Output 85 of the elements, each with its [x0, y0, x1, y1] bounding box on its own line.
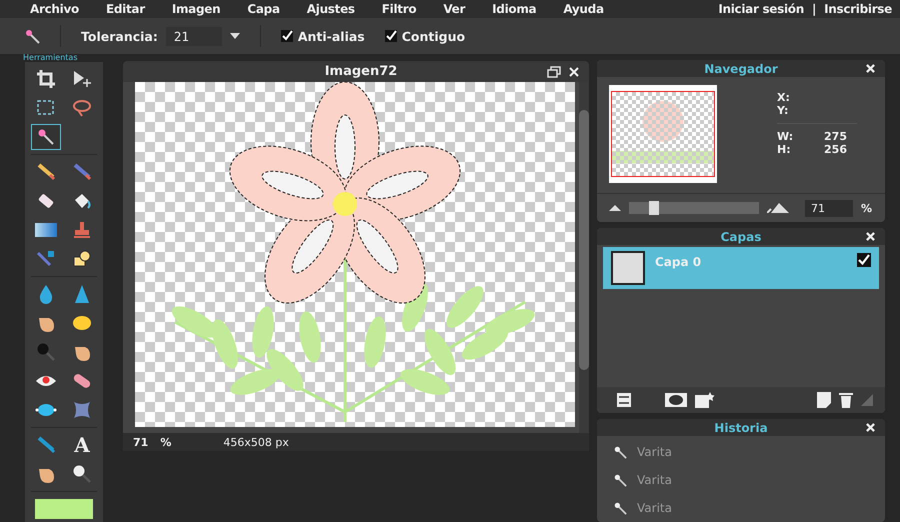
zoom-field[interactable]: 71 — [805, 200, 853, 216]
eye-icon — [35, 374, 57, 388]
brush-icon — [72, 162, 92, 182]
shapes-icon — [72, 249, 92, 269]
magic-wand-icon — [613, 501, 627, 515]
pinch-icon — [72, 400, 92, 420]
image-size: 456x508 px — [223, 436, 289, 448]
y-label: Y: — [777, 104, 790, 117]
toolbox-title: Herramientas — [23, 54, 78, 60]
pencil-icon — [36, 162, 56, 182]
mask-icon[interactable] — [665, 393, 687, 407]
history-label: Varita — [637, 473, 672, 487]
panel-title: Navegador — [704, 62, 778, 76]
tolerance-label: Tolerancia: — [81, 28, 158, 44]
menu-item[interactable]: Ver — [443, 2, 466, 16]
width-value: 275 — [824, 130, 847, 143]
trash-icon[interactable] — [839, 392, 853, 408]
menu-item[interactable]: Archivo — [30, 2, 79, 16]
stamp-icon — [72, 220, 92, 240]
separator-text: | — [812, 2, 816, 16]
width-label: W: — [777, 130, 794, 143]
paint-bucket-icon — [72, 191, 92, 211]
adjustments-icon[interactable] — [617, 393, 631, 407]
contiguous-label: Contiguo — [402, 28, 466, 44]
drop-icon — [38, 284, 54, 304]
dashed-rectangle-icon — [36, 98, 56, 118]
crop-icon — [36, 69, 56, 89]
close-icon[interactable] — [866, 232, 875, 241]
zoom-slider[interactable] — [629, 202, 759, 214]
wand-tool-button[interactable] — [31, 124, 61, 150]
menu-item[interactable]: Ayuda — [563, 2, 604, 16]
new-layer-icon[interactable] — [817, 392, 831, 408]
height-label: H: — [777, 143, 791, 156]
menu-item[interactable]: Filtro — [382, 2, 416, 16]
layer-effect-icon[interactable] — [695, 392, 715, 408]
menu-item[interactable]: Capa — [247, 2, 280, 16]
close-icon[interactable] — [866, 64, 875, 73]
restore-icon[interactable] — [547, 66, 561, 78]
magic-wand-icon — [613, 445, 627, 459]
eyedropper-icon — [36, 435, 56, 455]
magic-wand-icon — [36, 127, 56, 147]
zoom-icon — [72, 464, 92, 484]
triangle-icon — [74, 284, 90, 304]
close-icon[interactable] — [866, 423, 875, 432]
login-link[interactable]: Iniciar sesión — [718, 2, 804, 16]
zoom-unit: % — [160, 436, 172, 448]
magic-wand-icon — [24, 28, 40, 44]
magic-wand-icon — [613, 473, 627, 487]
navigator-thumbnail[interactable] — [609, 85, 717, 183]
height-value: 256 — [824, 143, 847, 156]
resize-grip-icon — [861, 394, 873, 406]
anti-alias-label: Anti-alias — [298, 28, 365, 44]
menu-item[interactable]: Imagen — [172, 2, 220, 16]
menu-item[interactable]: Editar — [106, 2, 145, 16]
lasso-icon — [72, 98, 92, 118]
layer-name: Capa 0 — [655, 255, 702, 269]
contiguous-checkbox[interactable] — [384, 30, 397, 42]
history-label: Varita — [637, 445, 672, 459]
menu-item[interactable]: Ajustes — [306, 2, 355, 16]
anti-alias-checkbox[interactable] — [280, 30, 293, 42]
x-label: X: — [777, 91, 791, 104]
zoom-out-icon[interactable] — [609, 205, 621, 211]
close-icon[interactable] — [569, 66, 579, 76]
visibility-checkbox[interactable] — [857, 253, 871, 267]
document-title: Imagen72 — [324, 64, 398, 79]
gradient-icon — [35, 223, 57, 237]
menu-item[interactable]: Idioma — [492, 2, 536, 16]
panel-title: Capas — [720, 230, 762, 244]
signup-link[interactable]: Inscribirse — [824, 2, 892, 16]
color-swatch[interactable] — [35, 499, 93, 519]
move-arrow-icon — [72, 69, 92, 89]
brush-swatch-icon — [36, 249, 56, 269]
zoom-in-icon[interactable] — [767, 203, 789, 213]
bloat-icon — [35, 401, 57, 419]
layer-thumbnail — [611, 251, 645, 285]
dropdown-caret-icon[interactable] — [230, 33, 240, 39]
panel-title: Historia — [714, 420, 768, 434]
sponge-icon — [72, 313, 92, 333]
history-label: Varita — [637, 501, 672, 515]
zoom-unit: % — [861, 202, 872, 214]
dark-magnifier-icon — [36, 342, 56, 362]
vertical-scrollbar[interactable] — [579, 82, 589, 433]
text-tool-button[interactable]: A — [67, 432, 97, 458]
tolerance-field[interactable]: 21 — [166, 26, 222, 46]
zoom-value[interactable]: 71 — [133, 436, 148, 448]
